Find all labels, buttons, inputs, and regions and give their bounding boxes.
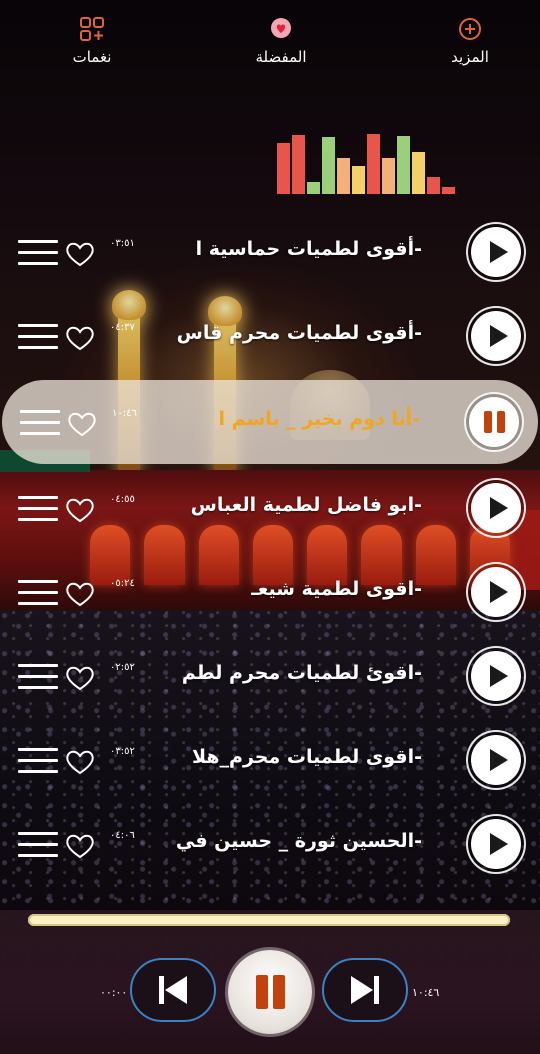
- equalizer-bar: [292, 135, 305, 194]
- track-title[interactable]: -اقوئ لطميات محرم لطم: [182, 662, 422, 684]
- favorite-heart-icon[interactable]: [64, 832, 96, 860]
- total-time: ١٠:٤٦: [412, 986, 440, 999]
- track-play-button[interactable]: [466, 222, 526, 282]
- equalizer-bar: [427, 177, 440, 194]
- equalizer-bar: [322, 137, 335, 194]
- drag-handle-icon[interactable]: [18, 240, 58, 266]
- play-icon: [489, 665, 508, 687]
- nav-more[interactable]: المزيد: [440, 0, 500, 80]
- track-title[interactable]: -أقوى لطميات حماسية ا: [196, 238, 422, 260]
- track-row[interactable]: ٠٤:٥٥ -ابو فاضل لطمية العباس: [0, 466, 540, 550]
- favorite-heart-icon[interactable]: [64, 748, 96, 776]
- track-pause-button[interactable]: [464, 392, 524, 452]
- track-play-button[interactable]: [466, 646, 526, 706]
- track-play-button[interactable]: [466, 478, 526, 538]
- track-title[interactable]: -اقوى لطميات محرم_هلا: [192, 746, 422, 768]
- previous-button[interactable]: [130, 958, 216, 1022]
- plus-circle-icon: [457, 16, 483, 42]
- equalizer-bar: [277, 143, 290, 194]
- track-title[interactable]: -الحسين ثورة _ حسين في: [176, 830, 422, 852]
- track-row[interactable]: ٠٤:٠٦ -الحسين ثورة _ حسين في: [0, 802, 540, 886]
- track-row[interactable]: ١٠:٤٦ -أنا دوم بخير _ باسم ا: [2, 380, 538, 464]
- skip-next-icon: [351, 976, 379, 1004]
- drag-handle-icon[interactable]: [18, 664, 58, 690]
- equalizer-bar: [352, 166, 365, 194]
- track-play-button[interactable]: [466, 814, 526, 874]
- play-icon: [489, 497, 508, 519]
- favorite-heart-icon[interactable]: [64, 664, 96, 692]
- drag-handle-icon[interactable]: [18, 324, 58, 350]
- equalizer-bar: [397, 136, 410, 194]
- elapsed-time: ٠٠:٠٠: [100, 986, 128, 999]
- nav-ringtones-label: نغمات: [72, 48, 112, 66]
- equalizer-bar: [307, 182, 320, 194]
- track-duration: ١٠:٤٦: [112, 408, 137, 419]
- track-duration: ٠٤:٣٧: [110, 322, 135, 333]
- track-title[interactable]: -أنا دوم بخير _ باسم ا: [219, 408, 421, 430]
- equalizer-bar: [442, 187, 455, 194]
- track-title[interactable]: -ابو فاضل لطمية العباس: [191, 494, 422, 516]
- drag-handle-icon[interactable]: [18, 580, 58, 606]
- track-play-button[interactable]: [466, 562, 526, 622]
- drag-handle-icon[interactable]: [18, 496, 58, 522]
- track-row[interactable]: ٠٥:٢٤ -اقوى لطمية شيعـ: [0, 550, 540, 634]
- play-icon: [489, 581, 508, 603]
- track-duration: ٠٣:٥١: [110, 238, 135, 249]
- favorite-heart-icon[interactable]: [64, 324, 96, 352]
- track-duration: ٠٤:٥٥: [110, 494, 135, 505]
- nav-ringtones[interactable]: نغمات: [62, 0, 122, 80]
- skip-previous-icon: [159, 976, 187, 1004]
- favorite-heart-icon[interactable]: [64, 580, 96, 608]
- equalizer-bar: [412, 152, 425, 194]
- track-duration: ٠٥:٢٤: [110, 578, 135, 589]
- heart-badge-icon: [268, 16, 294, 42]
- drag-handle-icon[interactable]: [18, 748, 58, 774]
- drag-handle-icon[interactable]: [20, 410, 60, 436]
- track-duration: ٠٢:٥٢: [110, 662, 135, 673]
- track-row[interactable]: ٠٣:٥١ -أقوى لطميات حماسية ا: [0, 210, 540, 294]
- grid-plus-icon: [79, 16, 105, 42]
- equalizer-bar: [337, 158, 350, 194]
- track-play-button[interactable]: [466, 730, 526, 790]
- nav-favorites[interactable]: المفضلة: [251, 0, 311, 80]
- nav-favorites-label: المفضلة: [255, 48, 307, 66]
- equalizer-visualizer: [277, 132, 461, 194]
- favorite-heart-icon[interactable]: [64, 240, 96, 268]
- track-play-button[interactable]: [466, 306, 526, 366]
- play-pause-button[interactable]: [228, 950, 312, 1034]
- pause-icon: [483, 411, 505, 433]
- pause-icon: [255, 975, 285, 1009]
- favorite-heart-icon[interactable]: [66, 410, 98, 438]
- track-title[interactable]: -أقوى لطميات محرم قاس: [177, 322, 422, 344]
- play-icon: [489, 325, 508, 347]
- drag-handle-icon[interactable]: [18, 832, 58, 858]
- play-icon: [489, 749, 508, 771]
- play-icon: [489, 833, 508, 855]
- player-bar: ٠٠:٠٠ ١٠:٤٦: [0, 910, 540, 1054]
- nav-more-label: المزيد: [451, 48, 489, 66]
- track-row[interactable]: ٠٢:٥٢ -اقوئ لطميات محرم لطم: [0, 634, 540, 718]
- favorite-heart-icon[interactable]: [64, 496, 96, 524]
- progress-bar[interactable]: [28, 914, 510, 926]
- equalizer-bar: [382, 158, 395, 194]
- top-nav: نغمات المفضلة المزيد: [0, 0, 540, 80]
- track-title[interactable]: -اقوى لطمية شيعـ: [251, 578, 422, 600]
- play-icon: [489, 241, 508, 263]
- player-controls: ٠٠:٠٠ ١٠:٤٦: [0, 950, 540, 1050]
- track-duration: ٠٣:٥٢: [110, 746, 135, 757]
- next-button[interactable]: [322, 958, 408, 1022]
- track-duration: ٠٤:٠٦: [110, 830, 135, 841]
- track-row[interactable]: ٠٣:٥٢ -اقوى لطميات محرم_هلا: [0, 718, 540, 802]
- equalizer-bar: [367, 134, 380, 194]
- track-row[interactable]: ٠٤:٣٧ -أقوى لطميات محرم قاس: [0, 294, 540, 378]
